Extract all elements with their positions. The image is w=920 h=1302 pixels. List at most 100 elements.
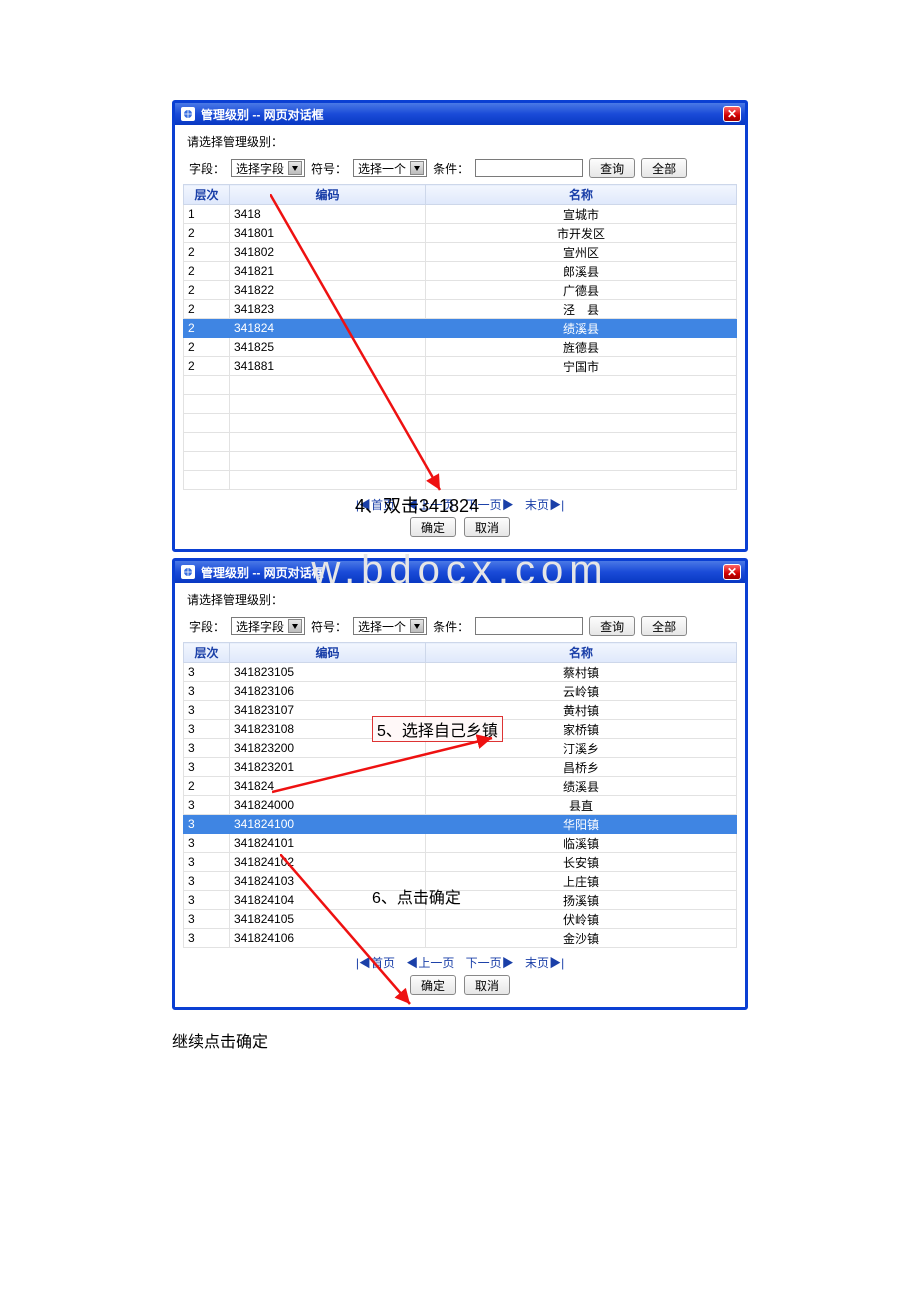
last-page-link[interactable]: 末页▶|: [525, 498, 564, 512]
level-cell: 2: [184, 357, 230, 376]
field-select[interactable]: 选择字段: [231, 617, 305, 635]
table-row[interactable]: 3341824106金沙镇: [184, 929, 737, 948]
code-cell: 341823201: [230, 758, 426, 777]
close-icon[interactable]: ✕: [723, 106, 741, 122]
level-cell: 2: [184, 338, 230, 357]
table-row[interactable]: 2341824绩溪县: [184, 319, 737, 338]
all-button[interactable]: 全部: [641, 616, 687, 636]
col-level-header[interactable]: 层次: [184, 185, 230, 205]
table-row-empty: [184, 471, 737, 490]
col-name-header[interactable]: 名称: [426, 643, 737, 663]
code-cell: 341824105: [230, 910, 426, 929]
ie-icon: [181, 107, 195, 121]
next-page-link[interactable]: 下一页▶: [466, 956, 514, 970]
ok-button[interactable]: 确定: [410, 975, 456, 995]
level-cell: 3: [184, 891, 230, 910]
level-cell: 3: [184, 663, 230, 682]
condition-input[interactable]: [475, 159, 583, 177]
prev-page-link[interactable]: ◀上一页: [406, 498, 454, 512]
next-page-link[interactable]: 下一页▶: [466, 498, 514, 512]
name-cell: 宣城市: [426, 205, 737, 224]
name-cell: 伏岭镇: [426, 910, 737, 929]
condition-input[interactable]: [475, 617, 583, 635]
code-cell: 341881: [230, 357, 426, 376]
code-cell: 341823: [230, 300, 426, 319]
chevron-down-icon: [410, 161, 424, 175]
col-level-header[interactable]: 层次: [184, 643, 230, 663]
table-row[interactable]: 13418宣城市: [184, 205, 737, 224]
symbol-label: 符号：: [311, 160, 347, 177]
close-icon[interactable]: ✕: [723, 564, 741, 580]
table-row[interactable]: 2341821郎溪县: [184, 262, 737, 281]
cancel-button[interactable]: 取消: [464, 975, 510, 995]
level-cell: 2: [184, 243, 230, 262]
table-row[interactable]: 3341824100华阳镇: [184, 815, 737, 834]
all-button[interactable]: 全部: [641, 158, 687, 178]
code-cell: 341824: [230, 777, 426, 796]
code-cell: 341822: [230, 281, 426, 300]
table-row[interactable]: 3341824103上庄镇: [184, 872, 737, 891]
ok-button[interactable]: 确定: [410, 517, 456, 537]
code-cell: 341802: [230, 243, 426, 262]
level-cell: 3: [184, 796, 230, 815]
first-page-link[interactable]: |◀首页: [356, 498, 395, 512]
table-row[interactable]: 2341825旌德县: [184, 338, 737, 357]
dialog-title: 管理级别 -- 网页对话框: [201, 564, 717, 581]
name-cell: 扬溪镇: [426, 891, 737, 910]
table-row[interactable]: 3341824102长安镇: [184, 853, 737, 872]
table-row[interactable]: 2341823泾 县: [184, 300, 737, 319]
level-cell: 2: [184, 281, 230, 300]
table-row[interactable]: 3341824000县直: [184, 796, 737, 815]
table-row-empty: [184, 376, 737, 395]
name-cell: 临溪镇: [426, 834, 737, 853]
symbol-select[interactable]: 选择一个: [353, 159, 427, 177]
table-row[interactable]: 3341823201昌桥乡: [184, 758, 737, 777]
name-cell: 黄村镇: [426, 701, 737, 720]
table-row[interactable]: 2341824绩溪县: [184, 777, 737, 796]
level-cell: 3: [184, 739, 230, 758]
table-row[interactable]: 3341824101临溪镇: [184, 834, 737, 853]
query-button[interactable]: 查询: [589, 616, 635, 636]
table-row[interactable]: 3341823106云岭镇: [184, 682, 737, 701]
table-row[interactable]: 2341822广德县: [184, 281, 737, 300]
last-page-link[interactable]: 末页▶|: [525, 956, 564, 970]
field-label: 字段：: [189, 160, 225, 177]
col-name-header[interactable]: 名称: [426, 185, 737, 205]
filter-row: 字段： 选择字段 符号： 选择一个 条件： 查询 全部: [189, 616, 737, 636]
table-row[interactable]: 3341823108家桥镇: [184, 720, 737, 739]
name-cell: 郎溪县: [426, 262, 737, 281]
table-row[interactable]: 2341881宁国市: [184, 357, 737, 376]
name-cell: 绩溪县: [426, 319, 737, 338]
level-cell: 3: [184, 815, 230, 834]
name-cell: 县直: [426, 796, 737, 815]
symbol-select[interactable]: 选择一个: [353, 617, 427, 635]
name-cell: 云岭镇: [426, 682, 737, 701]
prev-page-link[interactable]: ◀上一页: [406, 956, 454, 970]
code-cell: 341801: [230, 224, 426, 243]
code-cell: 341823108: [230, 720, 426, 739]
table-row[interactable]: 3341823200汀溪乡: [184, 739, 737, 758]
dialog-1: 管理级别 -- 网页对话框 ✕ 请选择管理级别： 字段： 选择字段 符号： 选择…: [172, 100, 748, 552]
col-code-header[interactable]: 编码: [230, 643, 426, 663]
query-button[interactable]: 查询: [589, 158, 635, 178]
col-code-header[interactable]: 编码: [230, 185, 426, 205]
results-table-2: 层次 编码 名称 3341823105蔡村镇3341823106云岭镇33418…: [183, 642, 737, 948]
code-cell: 341824: [230, 319, 426, 338]
field-select[interactable]: 选择字段: [231, 159, 305, 177]
name-cell: 宣州区: [426, 243, 737, 262]
table-row[interactable]: 2341801市开发区: [184, 224, 737, 243]
level-cell: 3: [184, 910, 230, 929]
code-cell: 341821: [230, 262, 426, 281]
cancel-button[interactable]: 取消: [464, 517, 510, 537]
table-row[interactable]: 2341802宣州区: [184, 243, 737, 262]
table-row[interactable]: 3341823107黄村镇: [184, 701, 737, 720]
condition-label: 条件：: [433, 618, 469, 635]
symbol-label: 符号：: [311, 618, 347, 635]
table-row[interactable]: 3341824104扬溪镇: [184, 891, 737, 910]
table-row[interactable]: 3341823105蔡村镇: [184, 663, 737, 682]
table-row[interactable]: 3341824105伏岭镇: [184, 910, 737, 929]
code-cell: 341825: [230, 338, 426, 357]
first-page-link[interactable]: |◀首页: [356, 956, 395, 970]
titlebar: 管理级别 -- 网页对话框 ✕: [175, 103, 745, 125]
name-cell: 广德县: [426, 281, 737, 300]
